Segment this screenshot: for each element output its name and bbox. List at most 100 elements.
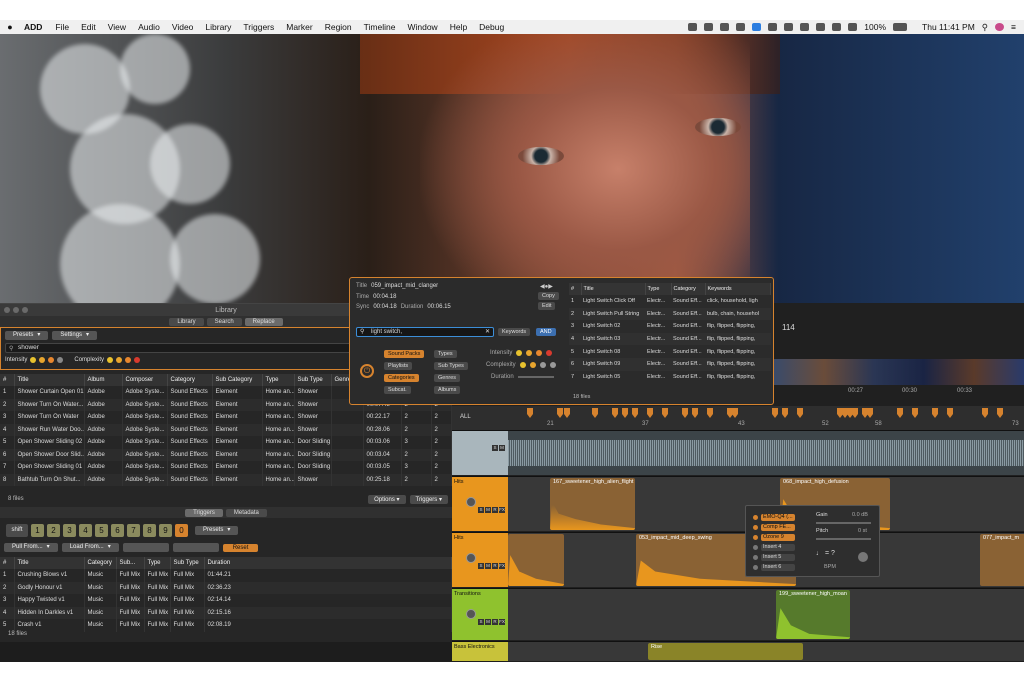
trigger-key-9[interactable]: 9 — [159, 524, 172, 537]
wifi-icon[interactable] — [816, 23, 826, 31]
column-header[interactable]: # — [0, 374, 15, 386]
timeline-marker[interactable] — [557, 408, 563, 418]
shift-key[interactable]: shift — [6, 524, 28, 537]
timeline-marker[interactable] — [982, 408, 988, 418]
insert-led[interactable] — [753, 565, 758, 570]
trigger-key-3[interactable]: 3 — [63, 524, 76, 537]
trigger-key-2[interactable]: 2 — [47, 524, 60, 537]
presets-dropdown[interactable]: Presets ▾ — [5, 331, 49, 340]
timeline-marker[interactable] — [564, 408, 570, 418]
menu-region[interactable]: Region — [325, 22, 352, 32]
tab-search[interactable]: Search — [206, 317, 242, 326]
trigger-key-1[interactable]: 1 — [31, 524, 44, 537]
trigger-key-4[interactable]: 4 — [79, 524, 92, 537]
duration-slider[interactable] — [517, 376, 554, 378]
keywords-dropdown[interactable]: Keywords — [498, 328, 531, 336]
status-icon[interactable] — [736, 23, 746, 31]
menu-help[interactable]: Help — [450, 22, 467, 32]
track-header[interactable]: SM — [452, 431, 508, 475]
trigger-key-0[interactable]: 0 — [175, 524, 188, 537]
column-header[interactable]: Type — [645, 283, 672, 295]
zoom-button[interactable] — [22, 307, 28, 313]
complexity-dot[interactable] — [125, 357, 132, 363]
column-header[interactable]: Sub Category — [212, 374, 263, 386]
timeline-marker[interactable] — [632, 408, 638, 418]
trigger-key-8[interactable]: 8 — [143, 524, 156, 537]
insert-slot[interactable]: Insert 4 — [761, 544, 795, 551]
table-row[interactable]: 5 Crash v1 Music Full Mix Full Mix Full Mix 02… — [0, 619, 452, 632]
column-header[interactable]: Type — [262, 374, 295, 386]
audio-clip[interactable]: 167_sweetener_high_alien_flight — [550, 478, 635, 530]
app-menu[interactable]: ADD — [24, 22, 42, 32]
track-header[interactable]: Hits S M R FX — [452, 477, 508, 531]
table-row[interactable]: 1 Crushing Blows v1 Music Full Mix Full Mix F… — [0, 569, 452, 582]
all-label[interactable]: ALL — [460, 414, 471, 420]
insert-slot[interactable]: Insert 6 — [761, 564, 795, 571]
timeline-marker[interactable] — [622, 408, 628, 418]
column-header[interactable]: Keywords — [705, 283, 771, 295]
clear-icon[interactable]: ✕ — [485, 328, 490, 336]
table-row[interactable]: 4 Shower Run Water Doo... Adobe Adobe Syste… — [0, 423, 452, 436]
trigger-presets-dropdown[interactable]: Presets ▾ — [195, 526, 239, 535]
intensity-dot[interactable] — [57, 357, 64, 363]
timeline-marker[interactable] — [592, 408, 598, 418]
minimize-button[interactable] — [13, 307, 19, 313]
timeline-marker[interactable] — [997, 408, 1003, 418]
column-header[interactable]: Album — [84, 374, 123, 386]
trigger-key-6[interactable]: 6 — [111, 524, 124, 537]
pull-from-dropdown[interactable]: Pull From... ▾ — [4, 543, 58, 552]
intensity-dot[interactable] — [39, 357, 46, 363]
volume-knob[interactable] — [466, 553, 476, 563]
timeline-marker[interactable] — [947, 408, 953, 418]
column-header[interactable]: Type — [144, 557, 171, 569]
column-header[interactable]: Sub Type — [294, 374, 332, 386]
audio-clip[interactable]: 199_sweetener_high_moan — [776, 590, 850, 639]
table-row[interactable]: 5 Open Shower Sliding 02 Adobe Adobe Syste.… — [0, 436, 452, 449]
menu-edit[interactable]: Edit — [81, 22, 96, 32]
user-icon[interactable] — [995, 23, 1005, 31]
filter-sound-packs[interactable]: Sound Packs — [384, 350, 425, 358]
timeline-marker[interactable] — [852, 408, 858, 418]
apple-icon[interactable]: ● — [0, 22, 20, 32]
menu-file[interactable]: File — [55, 22, 69, 32]
timeline-marker[interactable] — [527, 408, 533, 418]
notification-center-icon[interactable]: ≡ — [1011, 22, 1016, 32]
column-header[interactable]: Duration — [204, 557, 452, 569]
blank-dropdown[interactable] — [172, 543, 219, 552]
table-row[interactable]: 2 Light Switch Pull String Electr... Sound … — [569, 307, 771, 321]
trigger-key-5[interactable]: 5 — [95, 524, 108, 537]
popup-search-input[interactable]: ⚲ light switch, ✕ — [356, 327, 494, 337]
table-row[interactable]: 7 Light Switch 05 Electr... Sound Eff... fli… — [569, 371, 771, 384]
insert-slot[interactable]: Comp FE... — [761, 524, 795, 531]
airplay-icon[interactable] — [784, 23, 794, 31]
complexity-dot[interactable] — [116, 357, 123, 363]
dropbox-icon[interactable] — [752, 23, 762, 31]
insert-led[interactable] — [753, 545, 758, 550]
menu-debug[interactable]: Debug — [479, 22, 504, 32]
timeline-marker[interactable] — [647, 408, 653, 418]
and-dropdown[interactable]: AND — [536, 328, 556, 336]
timeline-marker[interactable] — [797, 408, 803, 418]
timeline-marker[interactable] — [682, 408, 688, 418]
triggers-dropdown[interactable]: Triggers ▾ — [409, 494, 448, 504]
table-row[interactable]: 7 Open Shower Sliding 01 Adobe Adobe Syste.… — [0, 461, 452, 474]
table-row[interactable]: 1 Light Switch Click Off Electr... Sound Ef… — [569, 295, 771, 308]
intensity-dot[interactable] — [48, 357, 55, 363]
timeline-marker[interactable] — [707, 408, 713, 418]
audio-clip[interactable]: 077_impact_m — [980, 534, 1024, 586]
table-row[interactable]: 3 Shower Turn On Water Adobe Adobe Syste...… — [0, 411, 452, 424]
complexity-dot[interactable] — [107, 357, 114, 363]
audio-clip[interactable] — [508, 534, 564, 586]
column-header[interactable]: # — [0, 557, 15, 569]
column-header[interactable]: Title — [14, 557, 85, 569]
insert-slot[interactable]: EMO-Q4 (... — [761, 514, 795, 521]
table-row[interactable]: 6 Open Shower Door Slid... Adobe Adobe Syst… — [0, 448, 452, 461]
clock[interactable]: Thu 11:41 PM — [922, 22, 975, 32]
insert-led[interactable] — [753, 535, 758, 540]
table-row[interactable]: 3 Light Switch 02 Electr... Sound Eff... fli… — [569, 320, 771, 333]
insert-slot[interactable]: Ozone 9 — [761, 534, 795, 541]
timemachine-icon[interactable] — [800, 23, 810, 31]
menu-window[interactable]: Window — [407, 22, 437, 32]
timeline-marker[interactable] — [867, 408, 873, 418]
tab-replace[interactable]: Replace — [244, 317, 283, 326]
